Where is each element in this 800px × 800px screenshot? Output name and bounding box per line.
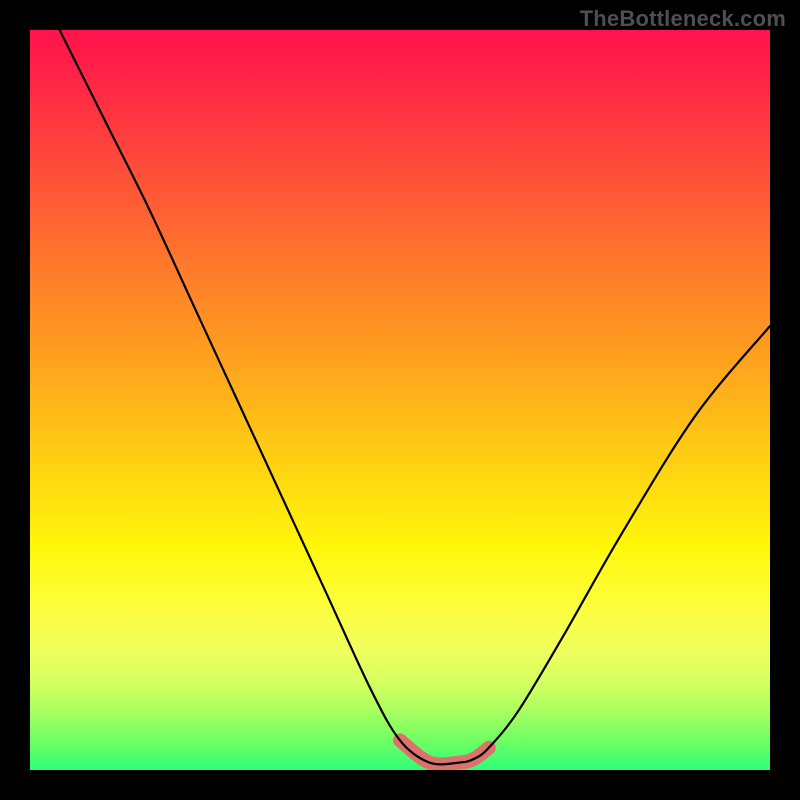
- chart-stage: TheBottleneck.com: [0, 0, 800, 800]
- bottleneck-curve: [60, 30, 770, 764]
- plot-area: [30, 30, 770, 770]
- chart-svg: [30, 30, 770, 770]
- watermark-text: TheBottleneck.com: [580, 6, 786, 32]
